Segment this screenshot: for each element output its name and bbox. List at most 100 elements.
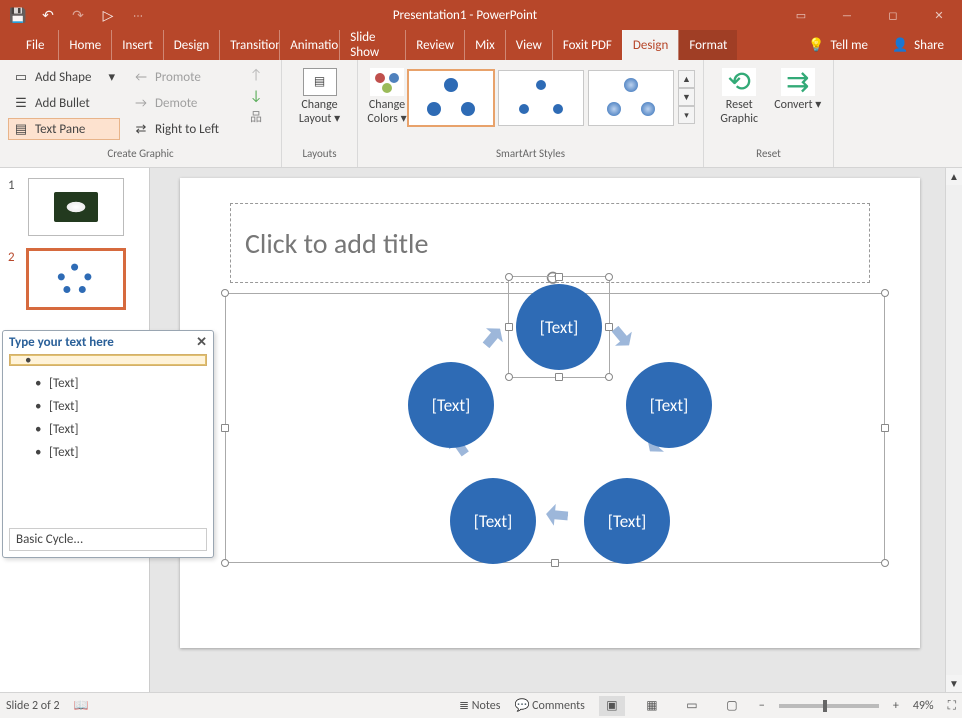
cycle-node-3[interactable]: [Text] xyxy=(584,478,670,564)
cycle-node-5[interactable]: [Text] xyxy=(408,362,494,448)
thumbnail-slide-1[interactable]: 1 xyxy=(8,178,141,236)
fit-to-window[interactable]: ⛶ xyxy=(948,699,956,713)
text-pane-item[interactable]: [Text] xyxy=(9,418,207,441)
style-thumb-3[interactable] xyxy=(588,70,674,126)
tab-mix[interactable]: Mix xyxy=(464,30,505,60)
text-pane-item[interactable] xyxy=(10,355,206,365)
gallery-scroll-down[interactable]: ▼ xyxy=(678,88,695,106)
reset-graphic-button[interactable]: ⟲ Reset Graphic xyxy=(712,66,767,147)
tab-view[interactable]: View xyxy=(505,30,552,60)
add-shape-button[interactable]: ▭Add Shape▾ xyxy=(8,66,120,88)
tab-review[interactable]: Review xyxy=(405,30,464,60)
group-label: Layouts xyxy=(282,147,357,167)
view-normal[interactable]: ▣ xyxy=(599,696,625,716)
zoom-out[interactable]: − xyxy=(759,699,765,713)
convert-button[interactable]: ⇉ Convert ▾ xyxy=(771,66,826,147)
demote-icon: → xyxy=(133,95,149,111)
smartart-text-pane[interactable]: Type your text here ✕ [Text] [Text] [Tex… xyxy=(2,330,214,558)
qat-save[interactable]: 💾 xyxy=(4,3,32,27)
move-down-button[interactable]: ↓ xyxy=(250,87,263,104)
maximize-button[interactable]: ◻ xyxy=(870,0,916,30)
tab-animations[interactable]: Animations xyxy=(279,30,339,60)
gallery-more[interactable]: ▾ xyxy=(678,106,695,124)
tab-smartart-design[interactable]: Design xyxy=(622,30,678,60)
tab-insert[interactable]: Insert xyxy=(111,30,163,60)
slide[interactable]: ❯ Click to add title ⟳ [ xyxy=(180,178,920,648)
vertical-scrollbar[interactable]: ▲ ▼ xyxy=(945,168,962,692)
move-up-button[interactable]: ↑ xyxy=(250,66,263,83)
status-bar: Slide 2 of 2 📖 ≣ Notes 💬 Comments ▣ ▦ ▭ … xyxy=(0,692,962,718)
tab-slideshow[interactable]: Slide Show xyxy=(339,30,405,60)
ribbon: ▭Add Shape▾ ☰Add Bullet ▤Text Pane ←Prom… xyxy=(0,60,962,168)
smartart-graphic[interactable]: ⟳ [Text] [Text] [Text] [Text] [Text xyxy=(225,293,885,563)
tab-file[interactable]: File xyxy=(12,30,58,60)
quick-access-toolbar: 💾 ↶ ↷ ▷ ⋯ xyxy=(0,3,152,27)
cycle-node-2[interactable]: [Text] xyxy=(626,362,712,448)
share-button[interactable]: 👤Share xyxy=(882,31,954,59)
text-pane-icon: ▤ xyxy=(13,121,29,137)
slide-canvas: ❯ Click to add title ⟳ [ xyxy=(150,168,962,692)
scroll-down[interactable]: ▼ xyxy=(946,675,962,692)
qat-customize[interactable]: ⋯ xyxy=(124,3,152,27)
layout-direction-button[interactable]: 品 xyxy=(250,108,262,125)
style-thumb-1[interactable] xyxy=(408,70,494,126)
rtl-icon: ⇄ xyxy=(133,121,149,137)
styles-gallery: ▲ ▼ ▾ xyxy=(408,66,695,147)
right-to-left-button[interactable]: ⇄Right to Left xyxy=(128,118,240,140)
tab-transitions[interactable]: Transitions xyxy=(219,30,279,60)
window-controls: ▭ — ◻ ✕ xyxy=(778,0,962,30)
qat-undo[interactable]: ↶ xyxy=(34,3,62,27)
promote-button[interactable]: ←Promote xyxy=(128,66,240,88)
view-reading[interactable]: ▭ xyxy=(679,696,705,716)
group-layouts: ▤ Change Layout ▾ Layouts xyxy=(282,60,358,167)
tab-smartart-format[interactable]: Format xyxy=(678,30,737,60)
ribbon-tabs: File Home Insert Design Transitions Anim… xyxy=(0,30,962,60)
qat-start-slideshow[interactable]: ▷ xyxy=(94,3,122,27)
text-pane-item[interactable]: [Text] xyxy=(9,441,207,464)
node-selection xyxy=(508,276,610,378)
group-label: Reset xyxy=(704,147,833,167)
text-pane-item[interactable]: [Text] xyxy=(9,372,207,395)
change-layout-button[interactable]: ▤ Change Layout ▾ xyxy=(290,66,349,147)
promote-icon: ← xyxy=(133,69,149,85)
slide-counter: Slide 2 of 2 xyxy=(6,699,60,713)
colors-icon xyxy=(370,68,404,96)
add-bullet-button[interactable]: ☰Add Bullet xyxy=(8,92,120,114)
minimize-button[interactable]: — xyxy=(824,0,870,30)
convert-icon: ⇉ xyxy=(781,68,815,96)
text-pane-type[interactable]: Basic Cycle... xyxy=(9,528,207,551)
thumbnail-slide-2[interactable]: 2 xyxy=(8,250,141,308)
tab-home[interactable]: Home xyxy=(58,30,111,60)
group-reset: ⟲ Reset Graphic ⇉ Convert ▾ Reset xyxy=(704,60,834,167)
group-smartart-styles: Change Colors ▾ ▲ ▼ ▾ SmartArt Styl xyxy=(358,60,704,167)
view-sorter[interactable]: ▦ xyxy=(639,696,665,716)
tab-foxit-pdf[interactable]: Foxit PDF xyxy=(552,30,622,60)
style-thumb-2[interactable] xyxy=(498,70,584,126)
cycle-node-4[interactable]: [Text] xyxy=(450,478,536,564)
text-pane-item[interactable]: [Text] xyxy=(9,395,207,418)
change-colors-button[interactable]: Change Colors ▾ xyxy=(366,66,408,147)
gallery-scroll-up[interactable]: ▲ xyxy=(678,70,695,88)
title-bar: 💾 ↶ ↷ ▷ ⋯ Presentation1 - PowerPoint ▭ —… xyxy=(0,0,962,30)
scroll-up[interactable]: ▲ xyxy=(946,168,962,185)
zoom-level[interactable]: 49% xyxy=(913,699,934,713)
group-label: SmartArt Styles xyxy=(358,147,703,167)
cycle-arrow xyxy=(545,503,569,527)
text-pane-title: Type your text here xyxy=(9,335,114,350)
demote-button[interactable]: →Demote xyxy=(128,92,240,114)
notes-button[interactable]: ≣ Notes xyxy=(459,698,500,713)
text-pane-toggle[interactable]: ▤Text Pane xyxy=(8,118,120,140)
text-pane-close[interactable]: ✕ xyxy=(196,335,207,350)
slide-number: 1 xyxy=(8,178,20,193)
tell-me[interactable]: 💡Tell me xyxy=(798,31,878,59)
qat-redo[interactable]: ↷ xyxy=(64,3,92,27)
layout-icon: ▤ xyxy=(303,68,337,96)
tab-design[interactable]: Design xyxy=(163,30,219,60)
spellcheck-icon[interactable]: 📖 xyxy=(74,698,89,713)
close-button[interactable]: ✕ xyxy=(916,0,962,30)
zoom-slider[interactable] xyxy=(779,704,879,708)
comments-button[interactable]: 💬 Comments xyxy=(514,698,584,713)
zoom-in[interactable]: + xyxy=(893,699,899,713)
view-slideshow[interactable]: ▢ xyxy=(719,696,745,716)
ribbon-options-icon[interactable]: ▭ xyxy=(778,0,824,30)
